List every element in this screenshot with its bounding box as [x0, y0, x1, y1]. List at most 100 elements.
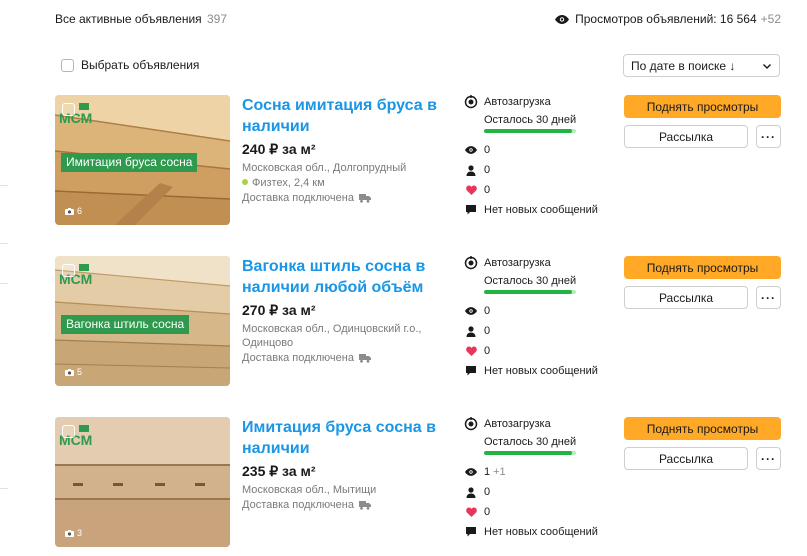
photo-banner: Вагонка штиль сосна: [61, 315, 190, 334]
listing-info: Сосна имитация бруса в наличии 240 ₽ за …: [242, 95, 452, 205]
total-views: Просмотров объявлений: 16 564 +52: [555, 12, 781, 26]
favorites-value: 0: [484, 506, 491, 518]
listing-actions: Поднять просмотры Рассылка ···: [624, 256, 782, 309]
listing-checkbox[interactable]: [62, 103, 75, 116]
listing-location: Московская обл., Одинцовский г.о., Одинц…: [242, 323, 422, 349]
listing-price: 235 ₽ за м²: [242, 463, 316, 479]
listing-price: 270 ₽ за м²: [242, 302, 316, 318]
select-listings[interactable]: Выбрать объявления: [61, 58, 199, 72]
delivery-text: Доставка подключена: [242, 499, 354, 511]
truck-icon: [359, 194, 372, 203]
listing-checkbox[interactable]: [62, 425, 75, 438]
metro-text: Физтех, 2,4 км: [252, 177, 325, 189]
messages-text: Нет новых сообщений: [484, 365, 598, 377]
autoload-icon: [464, 417, 478, 431]
listing-location: Московская обл., Долгопрудный: [242, 162, 407, 174]
listing-photo[interactable]: МСМ Вагонка штиль сосна 5: [55, 256, 230, 386]
more-icon[interactable]: ···: [756, 125, 781, 148]
camera-icon: [65, 529, 74, 537]
listing-checkbox[interactable]: [62, 264, 75, 277]
heart-icon: [465, 346, 477, 356]
progress-fill: [484, 290, 573, 294]
listing-card: МСМ Имитация бруса сосна 6 Сосна имитаци…: [55, 95, 785, 225]
mailing-button[interactable]: Рассылка: [624, 286, 748, 309]
eye-icon: [465, 307, 477, 315]
progress-fill: [484, 451, 573, 455]
views-value: 0: [484, 144, 491, 156]
delivery-text: Доставка подключена: [242, 192, 354, 204]
autoload-label: Автозагрузка: [484, 96, 551, 108]
days-remaining-progress: [484, 451, 576, 455]
views-stat: 0: [464, 143, 624, 157]
user-icon: [466, 325, 476, 337]
autoload-label: Автозагрузка: [484, 257, 551, 269]
listing-location: Московская обл., Мытищи: [242, 484, 377, 496]
messages-stat[interactable]: Нет новых сообщений: [464, 525, 624, 539]
autoload-status: Автозагрузка: [464, 95, 624, 109]
listing-title[interactable]: Сосна имитация бруса в наличии: [242, 95, 452, 137]
eye-icon: [465, 468, 477, 476]
all-active-count: 397: [207, 12, 228, 26]
user-icon: [466, 486, 476, 498]
eye-icon: [555, 14, 570, 24]
listing-photo[interactable]: МСМ Имитация бруса сосна 6: [55, 95, 230, 225]
listing-card: МСМ Вагонка штиль сосна 5 Вагонка штиль …: [55, 256, 785, 386]
raise-views-button[interactable]: Поднять просмотры: [624, 95, 781, 118]
truck-icon: [359, 354, 372, 363]
heart-icon: [465, 507, 477, 517]
days-remaining-progress: [484, 290, 576, 294]
listing-title[interactable]: Вагонка штиль сосна в наличии любой объё…: [242, 256, 452, 298]
photo-count-value: 3: [77, 528, 83, 538]
listing-actions: Поднять просмотры Рассылка ···: [624, 417, 782, 470]
raise-views-button[interactable]: Поднять просмотры: [624, 256, 781, 279]
listing-stats: Автозагрузка Осталось 30 дней 0 0 0 Нет …: [464, 95, 624, 217]
autoload-status: Автозагрузка: [464, 417, 624, 431]
camera-icon: [65, 207, 74, 215]
messages-text: Нет новых сообщений: [484, 204, 598, 216]
listing-delivery: Доставка подключена: [242, 351, 452, 365]
listing-delivery: Доставка подключена: [242, 498, 452, 512]
mailing-button[interactable]: Рассылка: [624, 447, 748, 470]
edge-divider: [0, 243, 8, 244]
listing-card: МСМ 3 Имитация бруса сосна в наличии 235…: [55, 417, 785, 547]
contacts-stat: 0: [464, 485, 624, 499]
chat-icon: [466, 205, 476, 215]
messages-stat[interactable]: Нет новых сообщений: [464, 364, 624, 378]
all-active-label: Все активные объявления: [55, 12, 202, 26]
views-stat: 1 +1: [464, 465, 624, 479]
messages-stat[interactable]: Нет новых сообщений: [464, 203, 624, 217]
listing-delivery: Доставка подключена: [242, 191, 452, 205]
photo-count: 6: [65, 206, 82, 216]
views-plus: +1: [493, 466, 506, 478]
listing-photo[interactable]: МСМ 3: [55, 417, 230, 547]
favorites-value: 0: [484, 184, 491, 196]
listing-stats: Автозагрузка Осталось 30 дней 1 +1 0 0 Не…: [464, 417, 624, 539]
favorites-stat: 0: [464, 344, 624, 358]
views-value: 0: [484, 305, 491, 317]
contacts-stat: 0: [464, 324, 624, 338]
mailing-button[interactable]: Рассылка: [624, 125, 748, 148]
photo-count: 5: [65, 367, 82, 377]
autoload-icon: [464, 256, 478, 270]
eye-icon: [465, 146, 477, 154]
raise-views-button[interactable]: Поднять просмотры: [624, 417, 781, 440]
more-icon[interactable]: ···: [756, 447, 781, 470]
views-stat: 0: [464, 304, 624, 318]
views-value: 1: [484, 466, 491, 478]
sort-select[interactable]: По дате в поиске ↓: [623, 54, 780, 77]
contacts-value: 0: [484, 486, 491, 498]
messages-text: Нет новых сообщений: [484, 526, 598, 538]
metro-dot-icon: [242, 179, 248, 185]
select-all-checkbox[interactable]: [61, 58, 74, 72]
listing-actions: Поднять просмотры Рассылка ···: [624, 95, 782, 148]
all-active-listings[interactable]: Все активные объявления 397: [55, 12, 227, 26]
days-remaining: Осталось 30 дней: [484, 275, 577, 287]
camera-icon: [65, 368, 74, 376]
listing-title[interactable]: Имитация бруса сосна в наличии: [242, 417, 452, 459]
listings-summary-bar: Все активные объявления 397 Просмотров о…: [55, 12, 781, 28]
select-listings-label: Выбрать объявления: [81, 58, 200, 72]
days-remaining: Осталось 30 дней: [484, 114, 577, 126]
edge-divider: [0, 185, 8, 186]
more-icon[interactable]: ···: [756, 286, 781, 309]
truck-icon: [359, 501, 372, 510]
